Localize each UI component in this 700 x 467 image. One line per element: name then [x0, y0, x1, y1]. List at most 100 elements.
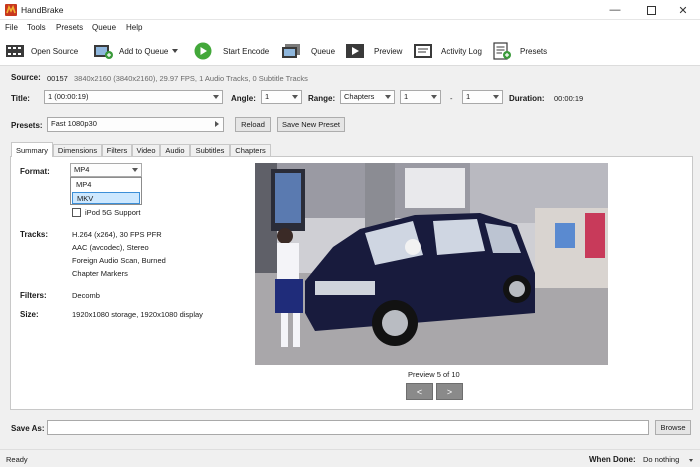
when-done-label: When Done: [589, 455, 636, 464]
title-value: 1 (00:00:19) [48, 92, 89, 101]
range-mode-select[interactable]: Chapters [340, 90, 395, 104]
save-as-input[interactable] [47, 420, 649, 435]
source-label: Source: [11, 73, 41, 82]
track-item: Chapter Markers [72, 269, 128, 278]
toolbar: Open Source Add to Queue Start Encode Qu… [0, 36, 700, 66]
range-start-value: 1 [404, 92, 409, 101]
preview-next-button[interactable]: > [436, 383, 463, 400]
close-button[interactable]: ✕ [666, 0, 700, 20]
title-select[interactable]: 1 (00:00:19) [44, 90, 223, 104]
chevron-down-icon [292, 95, 298, 99]
range-dash: - [450, 94, 453, 103]
play-icon [194, 42, 212, 60]
preview-caption: Preview 5 of 10 [408, 370, 460, 379]
format-option-mp4[interactable]: MP4 [72, 179, 140, 191]
angle-label: Angle: [231, 94, 256, 103]
preset-value: Fast 1080p30 [51, 119, 97, 128]
size-value: 1920x1080 storage, 1920x1080 display [72, 310, 203, 319]
title-bar: HandBrake — ✕ [0, 0, 700, 20]
format-dropdown-list: MP4 MKV [70, 177, 142, 205]
window-title: HandBrake [21, 5, 64, 15]
save-as-label: Save As: [11, 424, 45, 433]
start-encode-label: Start Encode [223, 46, 270, 56]
angle-value: 1 [265, 92, 270, 101]
chevron-down-icon[interactable] [172, 49, 179, 53]
activity-log-button[interactable]: Activity Log [413, 36, 482, 66]
status-bar: Ready When Done: Do nothing [0, 449, 700, 467]
open-source-label: Open Source [31, 46, 79, 56]
presets-row-label: Presets: [11, 121, 43, 130]
when-done-select[interactable]: Do nothing [643, 455, 679, 464]
menu-help[interactable]: Help [126, 23, 142, 32]
format-select[interactable]: MP4 [70, 163, 142, 177]
tracks-label: Tracks: [20, 230, 49, 239]
filters-value: Decomb [72, 291, 100, 300]
chevron-right-icon [215, 121, 219, 127]
activity-log-icon [414, 44, 432, 58]
angle-select[interactable]: 1 [261, 90, 302, 104]
range-start-select[interactable]: 1 [400, 90, 441, 104]
presets-button[interactable]: Presets [492, 36, 547, 66]
duration-value: 00:00:19 [554, 94, 584, 103]
tab-chapters[interactable]: Chapters [230, 144, 271, 156]
tab-dimensions[interactable]: Dimensions [53, 144, 102, 156]
activity-log-label: Activity Log [441, 46, 482, 56]
maximize-button[interactable] [634, 0, 668, 20]
tab-video[interactable]: Video [132, 144, 160, 156]
queue-label: Queue [311, 46, 336, 56]
add-to-queue-label: Add to Queue [119, 46, 169, 56]
chevron-down-icon [689, 459, 693, 462]
tab-summary[interactable]: Summary [11, 142, 53, 157]
menu-presets[interactable]: Presets [56, 23, 83, 32]
preset-select[interactable]: Fast 1080p30 [47, 117, 224, 132]
track-item: Foreign Audio Scan, Burned [72, 256, 166, 265]
ipod-checkbox[interactable] [72, 208, 81, 217]
chevron-down-icon [213, 95, 219, 99]
format-label: Format: [20, 167, 50, 176]
maximize-icon [646, 5, 656, 15]
chevron-down-icon [385, 95, 391, 99]
minimize-icon: — [609, 4, 621, 16]
tab-audio[interactable]: Audio [160, 144, 190, 156]
menu-queue[interactable]: Queue [92, 23, 116, 32]
open-source-button[interactable]: Open Source [5, 36, 78, 66]
preview-image [255, 163, 608, 365]
menu-bar: File Tools Presets Queue Help [0, 20, 700, 36]
presets-icon [493, 42, 511, 60]
duration-label: Duration: [509, 94, 545, 103]
chevron-down-icon [431, 95, 437, 99]
presets-label: Presets [520, 46, 548, 56]
chevron-down-icon [493, 95, 499, 99]
add-queue-icon [94, 45, 113, 59]
track-item: AAC (avcodec), Stereo [72, 243, 149, 252]
preview-prev-button[interactable]: < [406, 383, 433, 400]
chevron-down-icon [132, 168, 138, 172]
ipod-label: iPod 5G Support [85, 208, 141, 217]
queue-button[interactable]: Queue [281, 36, 335, 66]
track-item: H.264 (x264), 30 FPS PFR [72, 230, 162, 239]
preview-button[interactable]: Preview [345, 36, 402, 66]
tab-filters[interactable]: Filters [102, 144, 132, 156]
size-label: Size: [20, 310, 39, 319]
menu-tools[interactable]: Tools [27, 23, 46, 32]
format-option-mkv[interactable]: MKV [72, 192, 140, 204]
range-end-value: 1 [466, 92, 471, 101]
source-name: 00157 [47, 74, 68, 83]
tab-subtitles[interactable]: Subtitles [190, 144, 230, 156]
title-label: Title: [11, 94, 30, 103]
save-new-preset-button[interactable]: Save New Preset [277, 117, 345, 132]
menu-file[interactable]: File [5, 23, 18, 32]
add-to-queue-button[interactable]: Add to Queue [93, 36, 179, 66]
range-label: Range: [308, 94, 336, 103]
browse-button[interactable]: Browse [655, 420, 691, 435]
queue-icon [282, 44, 300, 58]
minimize-button[interactable]: — [598, 0, 632, 20]
handbrake-logo-icon [5, 4, 17, 16]
status-text: Ready [6, 455, 28, 464]
reload-button[interactable]: Reload [235, 117, 271, 132]
close-icon: ✕ [678, 4, 688, 17]
format-value: MP4 [74, 165, 90, 174]
start-encode-button[interactable]: Start Encode [193, 36, 269, 66]
film-open-icon [6, 45, 24, 57]
range-end-select[interactable]: 1 [462, 90, 503, 104]
